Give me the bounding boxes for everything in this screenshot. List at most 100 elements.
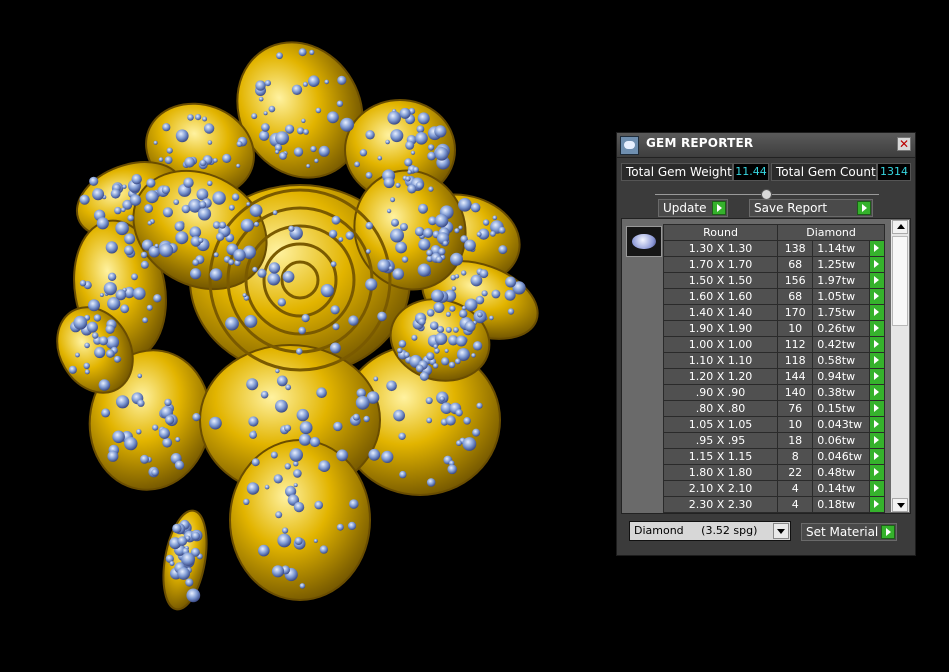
diamond-gem bbox=[318, 460, 331, 472]
diamond-gem bbox=[246, 482, 260, 495]
row-play-button[interactable] bbox=[868, 304, 886, 321]
diamond-gem bbox=[359, 149, 368, 157]
diamond-gem bbox=[181, 204, 191, 214]
row-play-button[interactable] bbox=[868, 240, 886, 257]
diamond-gem bbox=[314, 158, 319, 163]
panel-titlebar[interactable]: GEM REPORTER ✕ bbox=[617, 133, 915, 158]
diamond-gem bbox=[183, 177, 194, 188]
table-row[interactable]: .90 X .90 140 0.38tw bbox=[662, 384, 886, 401]
material-dropdown[interactable]: Diamond (3.52 spg) bbox=[629, 521, 791, 541]
table-row[interactable]: 1.60 X 1.60 68 1.05tw bbox=[662, 288, 886, 305]
diamond-gem bbox=[505, 276, 517, 288]
table-row[interactable]: 1.15 X 1.15 8 0.046tw bbox=[662, 448, 886, 465]
row-play-button[interactable] bbox=[868, 448, 886, 465]
diamond-gem bbox=[110, 188, 121, 199]
gem-thumbnail[interactable] bbox=[626, 226, 662, 257]
row-play-button[interactable] bbox=[868, 416, 886, 433]
gem-weight-cell: 0.26tw bbox=[812, 320, 870, 337]
diamond-gem bbox=[296, 348, 303, 355]
diamond-gem bbox=[273, 474, 283, 484]
table-row[interactable]: .80 X .80 76 0.15tw bbox=[662, 400, 886, 417]
diamond-gem bbox=[131, 273, 138, 281]
update-label: Update bbox=[663, 201, 707, 215]
diamond-gem bbox=[195, 114, 202, 121]
table-row[interactable]: 1.00 X 1.00 112 0.42tw bbox=[662, 336, 886, 353]
diamond-gem bbox=[148, 245, 161, 258]
diamond-gem bbox=[181, 552, 195, 566]
column-header-round[interactable]: Round bbox=[662, 224, 779, 241]
diamond-gem bbox=[173, 199, 180, 206]
table-row[interactable]: .95 X .95 18 0.06tw bbox=[662, 432, 886, 449]
diamond-gem bbox=[231, 193, 240, 201]
table-row[interactable]: 1.80 X 1.80 22 0.48tw bbox=[662, 464, 886, 481]
play-icon bbox=[881, 525, 895, 539]
column-header-diamond[interactable]: Diamond bbox=[777, 224, 885, 241]
diamond-gem bbox=[115, 221, 129, 236]
diamond-gem bbox=[186, 588, 201, 603]
row-play-button[interactable] bbox=[868, 352, 886, 369]
row-play-button[interactable] bbox=[868, 320, 886, 337]
diamond-gem bbox=[399, 470, 407, 479]
table-row[interactable]: 1.10 X 1.10 118 0.58tw bbox=[662, 352, 886, 369]
diamond-gem bbox=[411, 334, 418, 341]
row-play-button[interactable] bbox=[868, 400, 886, 417]
save-report-button[interactable]: Save Report bbox=[749, 199, 873, 217]
table-row[interactable]: 1.40 X 1.40 170 1.75tw bbox=[662, 304, 886, 321]
diamond-gem bbox=[310, 145, 317, 153]
dropdown-arrow-icon[interactable] bbox=[773, 523, 789, 539]
row-play-button[interactable] bbox=[868, 336, 886, 353]
diamond-gem bbox=[299, 583, 306, 589]
table-row[interactable]: 1.50 X 1.50 156 1.97tw bbox=[662, 272, 886, 289]
close-button[interactable]: ✕ bbox=[897, 137, 911, 151]
diamond-gem bbox=[87, 321, 98, 333]
row-play-button[interactable] bbox=[868, 496, 886, 513]
diamond-gem bbox=[395, 182, 401, 188]
diamond-gem bbox=[461, 270, 467, 276]
table-row[interactable]: 1.90 X 1.90 10 0.26tw bbox=[662, 320, 886, 337]
diamond-gem bbox=[112, 430, 125, 444]
row-play-button[interactable] bbox=[868, 256, 886, 273]
gem-weight-cell: 0.48tw bbox=[812, 464, 870, 481]
row-play-button[interactable] bbox=[868, 288, 886, 305]
diamond-gem bbox=[285, 384, 292, 391]
table-row[interactable]: 1.70 X 1.70 68 1.25tw bbox=[662, 256, 886, 273]
row-play-button[interactable] bbox=[868, 384, 886, 401]
diamond-gem bbox=[432, 363, 439, 369]
3d-viewport[interactable] bbox=[0, 0, 600, 672]
table-row[interactable]: 2.10 X 2.10 4 0.14tw bbox=[662, 480, 886, 497]
table-row[interactable]: 2.30 X 2.30 4 0.18tw bbox=[662, 496, 886, 513]
diamond-gem bbox=[426, 352, 435, 361]
diamond-gem bbox=[412, 166, 419, 173]
total-gem-weight-label: Total Gem Weight bbox=[621, 163, 733, 181]
scroll-up-button[interactable] bbox=[892, 220, 908, 234]
diamond-gem bbox=[471, 353, 476, 358]
scroll-down-button[interactable] bbox=[892, 498, 908, 512]
diamond-gem bbox=[472, 428, 481, 437]
gem-size-cell: .95 X .95 bbox=[662, 432, 779, 449]
gem-count-cell: 4 bbox=[777, 480, 814, 497]
row-play-button[interactable] bbox=[868, 480, 886, 497]
table-scrollbar[interactable] bbox=[891, 220, 909, 512]
diamond-gem bbox=[450, 252, 463, 266]
diamond-gem bbox=[92, 188, 105, 201]
row-play-button[interactable] bbox=[868, 464, 886, 481]
diamond-gem bbox=[174, 221, 185, 232]
row-play-button[interactable] bbox=[868, 368, 886, 385]
diamond-gem bbox=[169, 561, 175, 566]
update-button[interactable]: Update bbox=[658, 199, 728, 217]
gem-weight-cell: 1.05tw bbox=[812, 288, 870, 305]
diamond-gem bbox=[164, 398, 172, 407]
diamond-gem bbox=[405, 140, 415, 150]
table-row[interactable]: 1.05 X 1.05 10 0.043tw bbox=[662, 416, 886, 433]
diamond-gem bbox=[207, 180, 213, 186]
scroll-thumb[interactable] bbox=[892, 236, 908, 326]
diamond-gem bbox=[164, 415, 175, 425]
set-material-button[interactable]: Set Material bbox=[801, 523, 897, 541]
app-icon bbox=[620, 136, 639, 155]
row-play-button[interactable] bbox=[868, 272, 886, 289]
row-play-button[interactable] bbox=[868, 432, 886, 449]
table-row[interactable]: 1.20 X 1.20 144 0.94tw bbox=[662, 368, 886, 385]
material-selected-value: Diamond (3.52 spg) bbox=[634, 524, 758, 537]
table-row[interactable]: 1.30 X 1.30 138 1.14tw bbox=[662, 240, 886, 257]
diamond-gem bbox=[470, 274, 483, 287]
